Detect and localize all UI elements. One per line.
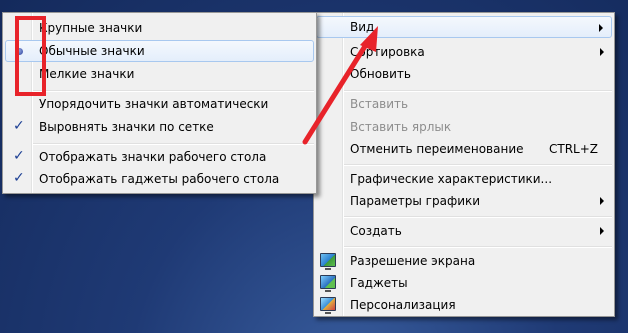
arrow-shaft [302,40,370,145]
annotation-arrow-icon [302,26,378,145]
